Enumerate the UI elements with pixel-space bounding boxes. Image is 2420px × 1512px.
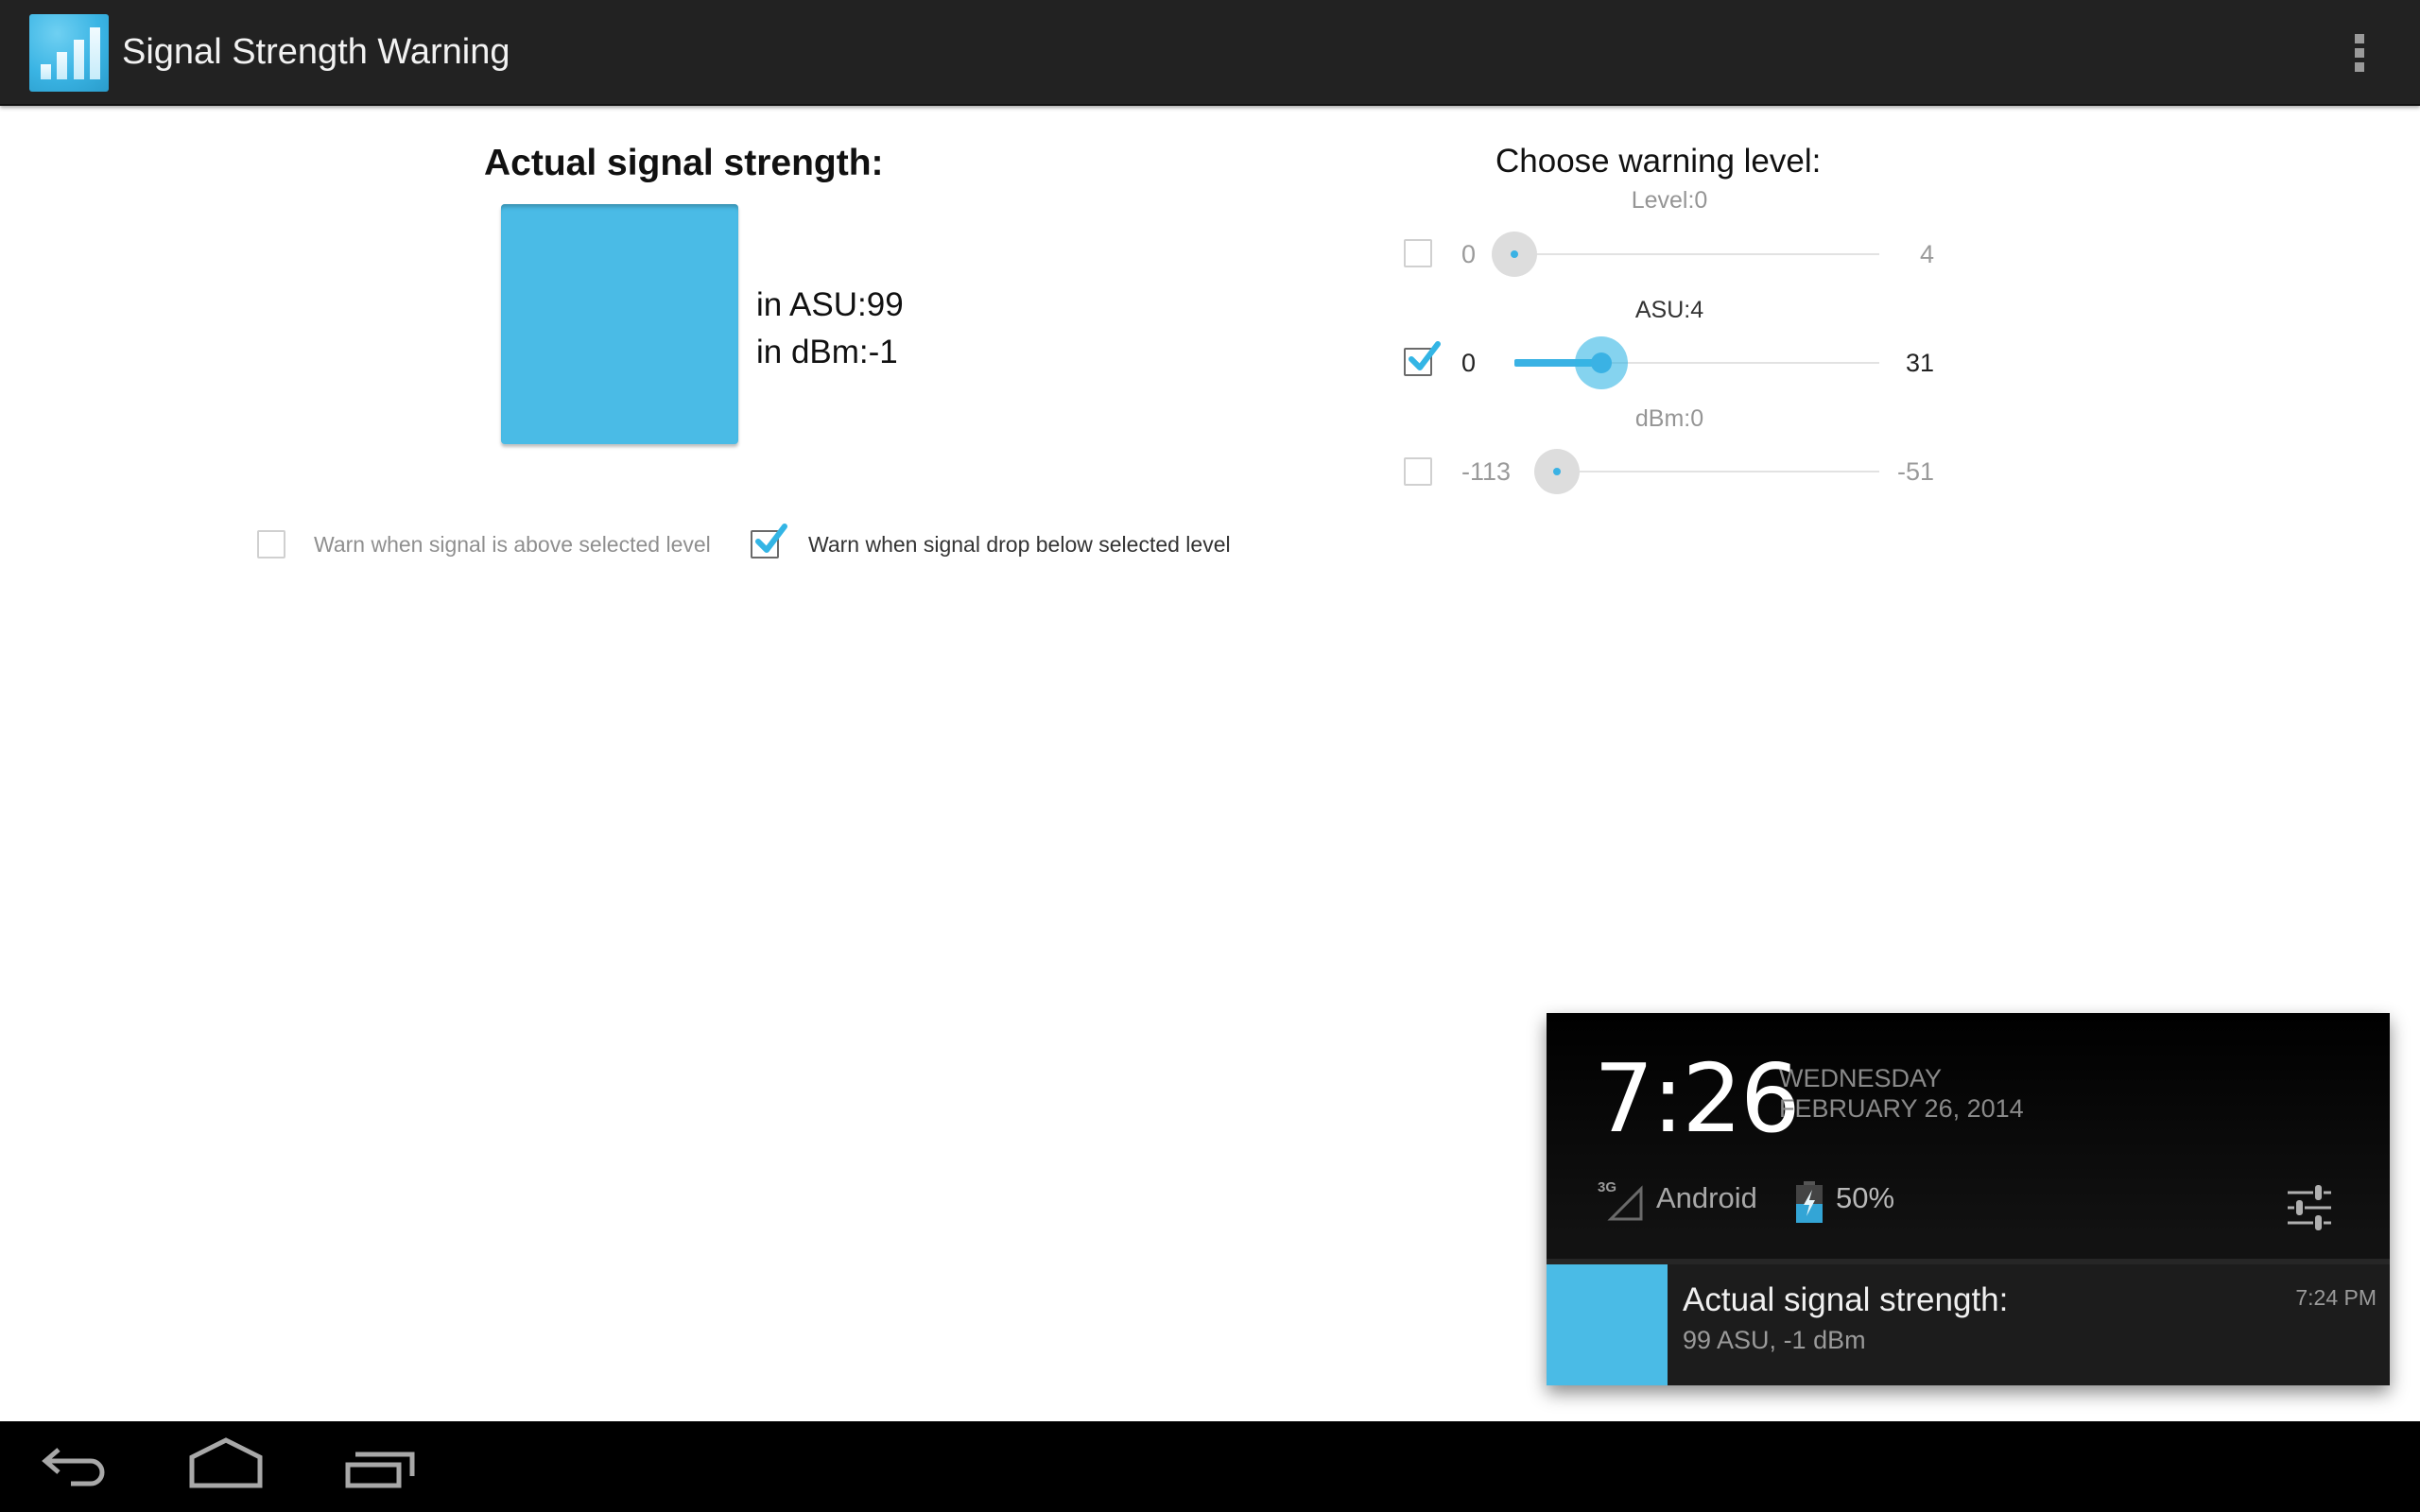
- level-slider-label: Level:0: [1631, 187, 1708, 214]
- checkmark-icon: [755, 524, 787, 553]
- overflow-menu-icon[interactable]: [2344, 28, 2375, 76]
- warn-above-label[interactable]: Warn when signal is above selected level: [314, 529, 711, 559]
- warn-below-checkbox[interactable]: [751, 524, 787, 558]
- signal-indicator: [501, 204, 738, 444]
- shade-clock: 7:26: [1594, 1043, 1801, 1154]
- dbm-slider-label: dBm:0: [1634, 405, 1704, 432]
- network-type-text: 3G: [1598, 1179, 1616, 1195]
- notification-shade: 7:26 WEDNESDAY FEBRUARY 26, 2014 3G Andr…: [1547, 1013, 2390, 1385]
- warn-above-checkbox[interactable]: [257, 530, 285, 558]
- home-icon[interactable]: [165, 1421, 288, 1512]
- shade-date[interactable]: FEBRUARY 26, 2014: [1779, 1092, 2024, 1125]
- dbm-min-label: -113: [1461, 457, 1512, 486]
- level-enable-checkbox[interactable]: [1404, 239, 1432, 267]
- asu-slider-label: ASU:4: [1634, 297, 1704, 323]
- slider-track[interactable]: [1514, 253, 1879, 255]
- carrier-name: Android: [1656, 1181, 1757, 1214]
- back-icon[interactable]: [13, 1421, 136, 1512]
- notification-text: 99 ASU, -1 dBm: [1683, 1326, 1866, 1354]
- slider-thumb-dot: [1511, 250, 1518, 258]
- asu-min-label: 0: [1461, 349, 1477, 377]
- cell-signal-3g-icon: 3G: [1598, 1179, 1643, 1221]
- navigation-bar: [0, 1421, 2420, 1512]
- checkmark-icon: [1409, 341, 1441, 370]
- dbm-value: in dBm:-1: [756, 334, 898, 370]
- slider-track[interactable]: [1557, 471, 1879, 472]
- level-min-label: 0: [1461, 240, 1477, 268]
- recent-apps-icon[interactable]: [318, 1421, 441, 1512]
- actual-signal-title: Actual signal strength:: [484, 143, 884, 183]
- action-bar: Signal Strength Warning: [0, 0, 2420, 106]
- warn-below-label[interactable]: Warn when signal drop below selected lev…: [808, 529, 1231, 559]
- quick-settings-icon[interactable]: [2286, 1183, 2335, 1232]
- asu-value: in ASU:99: [756, 286, 904, 323]
- notification-icon: [1547, 1264, 1668, 1385]
- notification-title: Actual signal strength:: [1683, 1281, 2009, 1318]
- shade-weekday: WEDNESDAY: [1779, 1064, 1943, 1092]
- signal-bars-icon[interactable]: [29, 14, 109, 92]
- battery-charging-icon: [1796, 1181, 1823, 1223]
- asu-max-label: 31: [1905, 349, 1934, 377]
- notification-time: 7:24 PM: [2295, 1285, 2377, 1310]
- notification-item[interactable]: Actual signal strength: 99 ASU, -1 dBm 7…: [1547, 1264, 2390, 1385]
- choose-warning-title: Choose warning level:: [1495, 143, 1822, 180]
- dbm-enable-checkbox[interactable]: [1404, 457, 1432, 486]
- level-max-label: 4: [1919, 240, 1934, 268]
- battery-percent: 50%: [1836, 1181, 1895, 1214]
- slider-thumb-dot: [1553, 468, 1561, 475]
- asu-enable-checkbox[interactable]: [1404, 341, 1441, 376]
- dbm-max-label: -51: [1896, 457, 1934, 486]
- app-title: Signal Strength Warning: [122, 32, 510, 72]
